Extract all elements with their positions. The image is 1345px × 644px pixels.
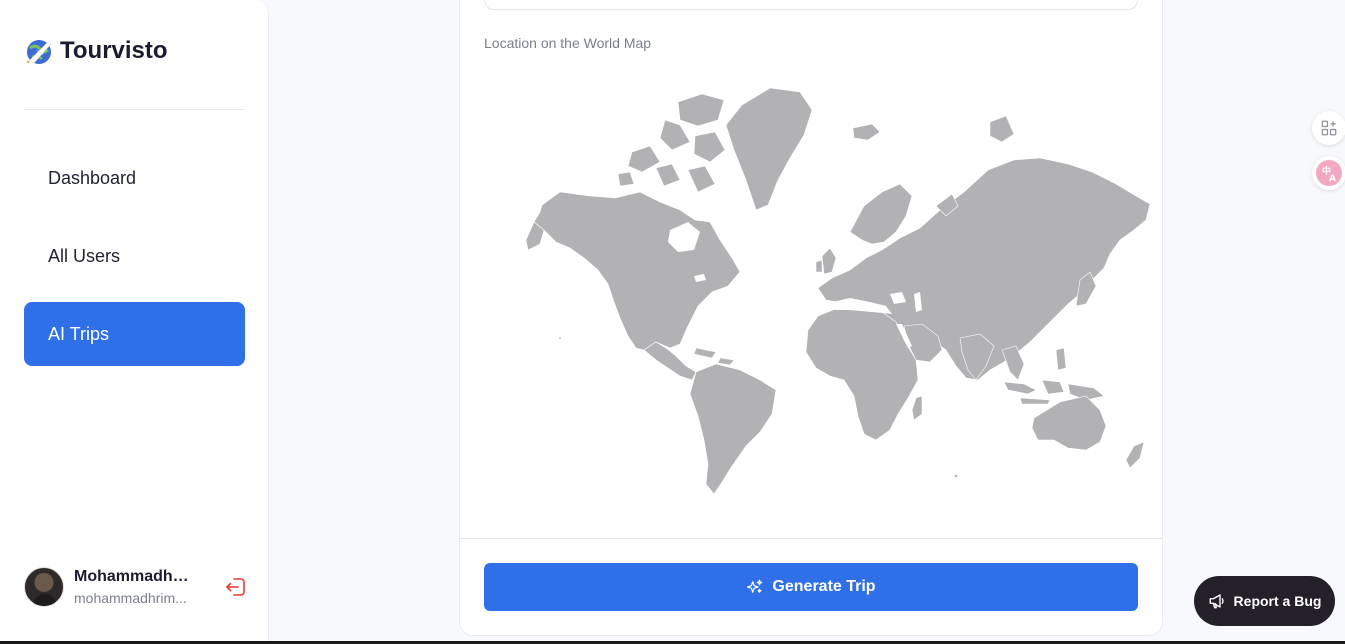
translate-widget[interactable]: 中 A	[1312, 156, 1345, 190]
report-bug-button[interactable]: Report a Bug	[1194, 576, 1335, 626]
sidebar-item-dashboard[interactable]: Dashboard	[24, 146, 245, 210]
grid-plus-widget[interactable]	[1312, 111, 1345, 145]
user-name: Mohammadh ...	[74, 568, 189, 585]
svg-text:A: A	[1329, 174, 1336, 184]
sidebar: Tourvisto Dashboard All Users AI Trips M…	[0, 0, 269, 644]
divider	[460, 538, 1162, 539]
brand[interactable]: Tourvisto	[24, 36, 168, 66]
report-bug-label: Report a Bug	[1233, 593, 1322, 609]
user-profile: Mohammadh ... mohammadhrim...	[24, 567, 245, 607]
generate-trip-label: Generate Trip	[772, 578, 876, 595]
user-email: mohammadhrim...	[74, 590, 187, 606]
sidebar-item-all-users[interactable]: All Users	[24, 224, 245, 288]
megaphone-icon	[1209, 594, 1224, 609]
globe-plane-icon	[26, 40, 52, 64]
divider	[24, 109, 245, 110]
sidebar-item-ai-trips[interactable]: AI Trips	[24, 302, 245, 366]
world-map	[525, 87, 1151, 495]
translate-icon: 中 A	[1316, 160, 1342, 186]
avatar[interactable]	[24, 567, 64, 607]
map-label: Location on the World Map	[484, 35, 652, 51]
form-field[interactable]	[484, 0, 1138, 10]
grid-plus-icon	[1321, 120, 1337, 136]
brand-name: Tourvisto	[60, 37, 168, 64]
generate-trip-button[interactable]: Generate Trip	[484, 563, 1138, 611]
sparkles-icon	[747, 579, 763, 593]
logout-icon[interactable]	[224, 575, 248, 599]
